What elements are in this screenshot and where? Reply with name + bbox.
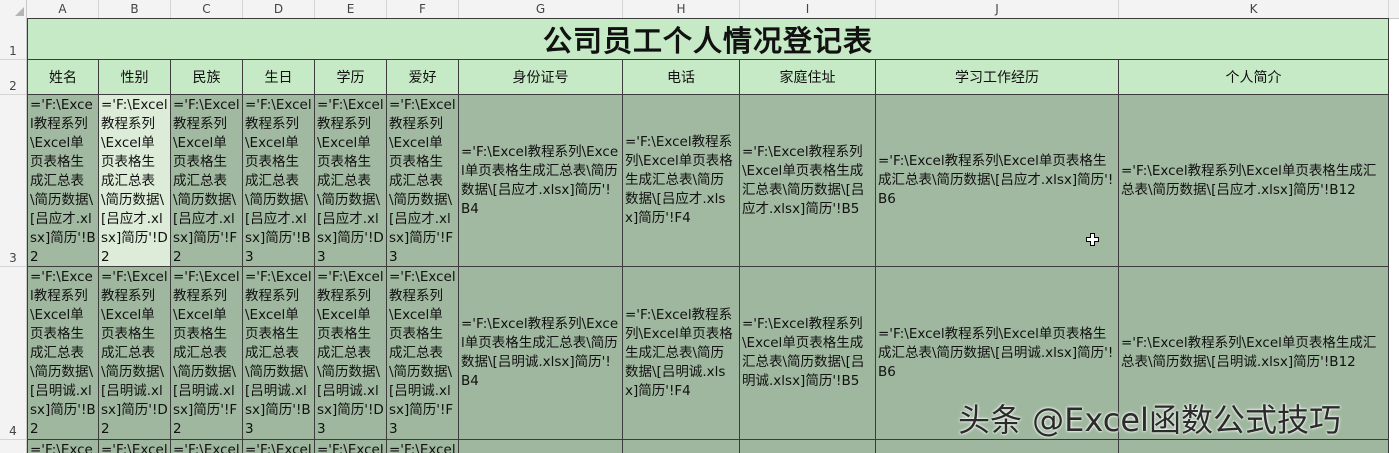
header-cell-birthday[interactable]: 生日 [243,60,315,95]
cell-g5[interactable] [459,440,623,453]
cell-a5[interactable]: ='F:\Excel [27,440,99,453]
cell-h4-text: ='F:\Excel教程系列\Excel单页表格生成汇总表\简历数据\[吕明诚.… [625,306,733,399]
cell-j5[interactable] [876,440,1119,453]
cell-e5[interactable]: ='F:\Excel [315,440,387,453]
cell-g4[interactable]: ='F:\Excel教程系列\Excel单页表格生成汇总表\简历数据\[吕明诚.… [459,267,623,440]
cell-c4[interactable]: ='F:\Excel教程系列\Excel单页表格生成汇总表\简历数据\[吕明诚.… [171,267,243,440]
cell-b3[interactable]: ='F:\Excel教程系列\Excel单页表格生成汇总表\简历数据\[吕应才.… [99,95,171,267]
row-header-2[interactable]: 2 [0,60,26,95]
cell-i3-text: ='F:\Excel教程系列\Excel单页表格生成汇总表\简历数据\[吕应才.… [742,143,865,217]
cell-j3[interactable]: ='F:\Excel教程系列\Excel单页表格生成汇总表\简历数据\[吕应才.… [876,95,1119,267]
row-header-4[interactable]: 4 [0,267,26,440]
cell-c5[interactable]: ='F:\Excel [171,440,243,453]
header-cell-education[interactable]: 学历 [315,60,387,95]
column-header-h[interactable]: H [623,0,740,18]
column-header-k[interactable]: K [1119,0,1389,18]
select-all-corner[interactable] [0,0,27,18]
row-header-4-label: 4 [9,424,17,438]
cell-e4[interactable]: ='F:\Excel教程系列\Excel单页表格生成汇总表\简历数据\[吕明诚.… [315,267,387,440]
row-header-1-label: 1 [9,44,17,58]
cell-f4[interactable]: ='F:\Excel教程系列\Excel单页表格生成汇总表\简历数据\[吕明诚.… [387,267,459,440]
row-header-3-label: 3 [9,251,17,265]
header-cell-address[interactable]: 家庭住址 [740,60,876,95]
cell-g3-text: ='F:\Excel教程系列\Excel单页表格生成汇总表\简历数据\[吕应才.… [461,143,619,217]
header-cell-phone[interactable]: 电话 [623,60,740,95]
cell-g4-text: ='F:\Excel教程系列\Excel单页表格生成汇总表\简历数据\[吕明诚.… [461,316,619,389]
column-header-i[interactable]: I [740,0,876,18]
watermark: 头条 @Excel函数公式技巧 [958,401,1341,439]
cell-d3[interactable]: ='F:\Excel教程系列\Excel单页表格生成汇总表\简历数据\[吕应才.… [243,95,315,267]
spreadsheet: A B C D E F G H I J K 1 2 3 4 公司员工个人情况登记… [0,0,1399,453]
cell-i5[interactable] [740,440,876,453]
cell-j4-text: ='F:\Excel教程系列\Excel单页表格生成汇总表\简历数据\[吕明诚.… [878,325,1114,380]
cell-d4[interactable]: ='F:\Excel教程系列\Excel单页表格生成汇总表\简历数据\[吕明诚.… [243,267,315,440]
cell-h5[interactable] [623,440,740,453]
header-cell-name[interactable]: 姓名 [27,60,99,95]
cell-a3[interactable]: ='F:\Excel教程系列\Excel单页表格生成汇总表\简历数据\[吕应才.… [27,95,99,267]
cell-e3[interactable]: ='F:\Excel教程系列\Excel单页表格生成汇总表\简历数据\[吕应才.… [315,95,387,267]
cell-i4-text: ='F:\Excel教程系列\Excel单页表格生成汇总表\简历数据\[吕明诚.… [742,316,865,389]
header-cell-ethnicity[interactable]: 民族 [171,60,243,95]
row-header-bar: 1 2 3 4 [0,18,27,453]
title-cell[interactable]: 公司员工个人情况登记表 [27,18,1389,60]
row-header-3[interactable]: 3 [0,95,26,267]
cell-g3[interactable]: ='F:\Excel教程系列\Excel单页表格生成汇总表\简历数据\[吕应才.… [459,95,623,267]
column-header-c[interactable]: C [171,0,243,18]
cell-d5[interactable]: ='F:\Excel [243,440,315,453]
cell-b4[interactable]: ='F:\Excel教程系列\Excel单页表格生成汇总表\简历数据\[吕明诚.… [99,267,171,440]
header-cell-id-number[interactable]: 身份证号 [459,60,623,95]
header-cell-profile[interactable]: 个人简介 [1119,60,1389,95]
cell-b5[interactable]: ='F:\Excel [99,440,171,453]
cell-f5[interactable]: ='F:\Excel [387,440,459,453]
cell-k5[interactable] [1119,440,1389,453]
cell-f3[interactable]: ='F:\Excel教程系列\Excel单页表格生成汇总表\简历数据\[吕应才.… [387,95,459,267]
cell-h4[interactable]: ='F:\Excel教程系列\Excel单页表格生成汇总表\简历数据\[吕明诚.… [623,267,740,440]
cell-k3[interactable]: ='F:\Excel教程系列\Excel单页表格生成汇总表\简历数据\[吕应才.… [1119,95,1389,267]
column-header-f[interactable]: F [387,0,459,18]
cell-c3[interactable]: ='F:\Excel教程系列\Excel单页表格生成汇总表\简历数据\[吕应才.… [171,95,243,267]
cell-j3-text: ='F:\Excel教程系列\Excel单页表格生成汇总表\简历数据\[吕应才.… [878,153,1114,207]
cell-i4[interactable]: ='F:\Excel教程系列\Excel单页表格生成汇总表\简历数据\[吕明诚.… [740,267,876,440]
row-header-2-label: 2 [9,79,17,93]
header-cell-experience[interactable]: 学习工作经历 [876,60,1119,95]
column-header-j[interactable]: J [876,0,1119,18]
cell-grid: 公司员工个人情况登记表 姓名 性别 民族 生日 学历 爱好 身份证号 电话 家庭… [27,18,1399,453]
header-cell-gender[interactable]: 性别 [99,60,171,95]
cell-h3-text: ='F:\Excel教程系列\Excel单页表格生成汇总表\简历数据\[吕应才.… [625,134,733,226]
header-cell-hobby[interactable]: 爱好 [387,60,459,95]
cell-i3[interactable]: ='F:\Excel教程系列\Excel单页表格生成汇总表\简历数据\[吕应才.… [740,95,876,267]
cell-k3-text: ='F:\Excel教程系列\Excel单页表格生成汇总表\简历数据\[吕应才.… [1121,162,1377,198]
column-header-a[interactable]: A [27,0,99,18]
column-header-b[interactable]: B [99,0,171,18]
column-header-bar: A B C D E F G H I J K [0,0,1399,19]
cell-a4[interactable]: ='F:\Excel教程系列\Excel单页表格生成汇总表\简历数据\[吕明诚.… [27,267,99,440]
column-header-e[interactable]: E [315,0,387,18]
column-header-g[interactable]: G [459,0,623,18]
row-header-1[interactable]: 1 [0,18,26,60]
cell-h3[interactable]: ='F:\Excel教程系列\Excel单页表格生成汇总表\简历数据\[吕应才.… [623,95,740,267]
cell-cursor-icon [1086,233,1099,246]
cell-k4-text: ='F:\Excel教程系列\Excel单页表格生成汇总表\简历数据\[吕明诚.… [1121,335,1377,370]
column-header-d[interactable]: D [243,0,315,18]
